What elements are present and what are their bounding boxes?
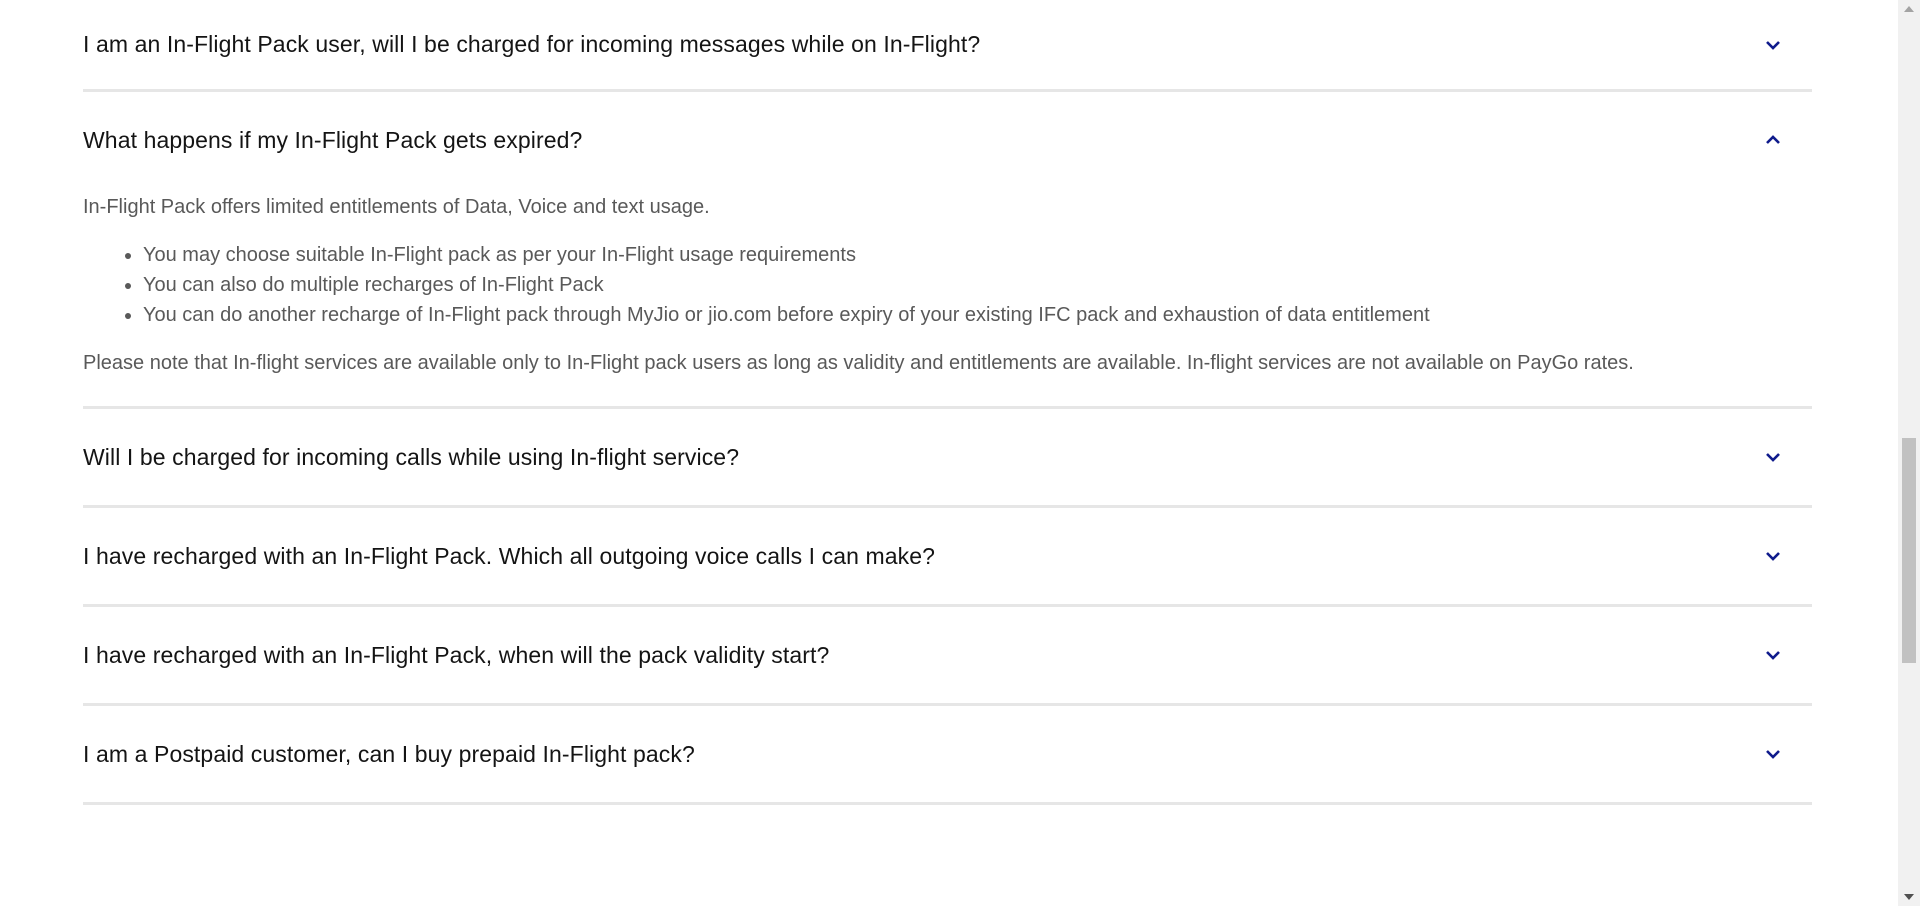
- faq-question: I am a Postpaid customer, can I buy prep…: [83, 740, 695, 767]
- chevron-down-icon[interactable]: [1761, 742, 1785, 766]
- faq-question: I have recharged with an In-Flight Pack,…: [83, 641, 830, 668]
- list-item: You may choose suitable In-Flight pack a…: [143, 240, 1812, 270]
- chevron-up-icon[interactable]: [1761, 128, 1785, 152]
- faq-question-toggle[interactable]: I have recharged with an In-Flight Pack,…: [83, 607, 1812, 703]
- faq-question-toggle[interactable]: I am an In-Flight Pack user, will I be c…: [83, 0, 1812, 89]
- answer-note: Please note that In-flight services are …: [83, 352, 1634, 374]
- chevron-down-icon[interactable]: [1761, 544, 1785, 568]
- faq-accordion: I am an In-Flight Pack user, will I be c…: [83, 0, 1812, 805]
- answer-list: You may choose suitable In-Flight pack a…: [83, 240, 1812, 330]
- chevron-down-icon[interactable]: [1761, 643, 1785, 667]
- faq-item: I have recharged with an In-Flight Pack,…: [83, 607, 1812, 706]
- faq-question-toggle[interactable]: I have recharged with an In-Flight Pack.…: [83, 508, 1812, 604]
- faq-question: What happens if my In-Flight Pack gets e…: [83, 126, 583, 153]
- faq-item: Will I be charged for incoming calls whi…: [83, 409, 1812, 508]
- faq-item: I am an In-Flight Pack user, will I be c…: [83, 0, 1812, 92]
- answer-intro: In-Flight Pack offers limited entitlemen…: [83, 196, 710, 218]
- faq-answer: In-Flight Pack offers limited entitlemen…: [83, 192, 1812, 406]
- faq-question-toggle[interactable]: What happens if my In-Flight Pack gets e…: [83, 92, 1812, 188]
- scroll-down-icon[interactable]: [1904, 894, 1914, 900]
- faq-question-toggle[interactable]: Will I be charged for incoming calls whi…: [83, 409, 1812, 505]
- faq-item: I am a Postpaid customer, can I buy prep…: [83, 706, 1812, 805]
- chevron-down-icon[interactable]: [1761, 33, 1785, 57]
- faq-item: I have recharged with an In-Flight Pack.…: [83, 508, 1812, 607]
- vertical-scrollbar[interactable]: [1898, 0, 1920, 906]
- scrollbar-thumb[interactable]: [1902, 438, 1916, 663]
- scroll-up-icon[interactable]: [1904, 6, 1914, 12]
- faq-question-toggle[interactable]: I am a Postpaid customer, can I buy prep…: [83, 706, 1812, 802]
- list-item: You can do another recharge of In-Flight…: [143, 300, 1812, 330]
- faq-question: I am an In-Flight Pack user, will I be c…: [83, 31, 981, 57]
- faq-item: What happens if my In-Flight Pack gets e…: [83, 92, 1812, 409]
- page: I am an In-Flight Pack user, will I be c…: [0, 0, 1898, 906]
- chevron-down-icon[interactable]: [1761, 445, 1785, 469]
- faq-question: Will I be charged for incoming calls whi…: [83, 443, 740, 470]
- faq-question: I have recharged with an In-Flight Pack.…: [83, 542, 936, 569]
- list-item: You can also do multiple recharges of In…: [143, 270, 1812, 300]
